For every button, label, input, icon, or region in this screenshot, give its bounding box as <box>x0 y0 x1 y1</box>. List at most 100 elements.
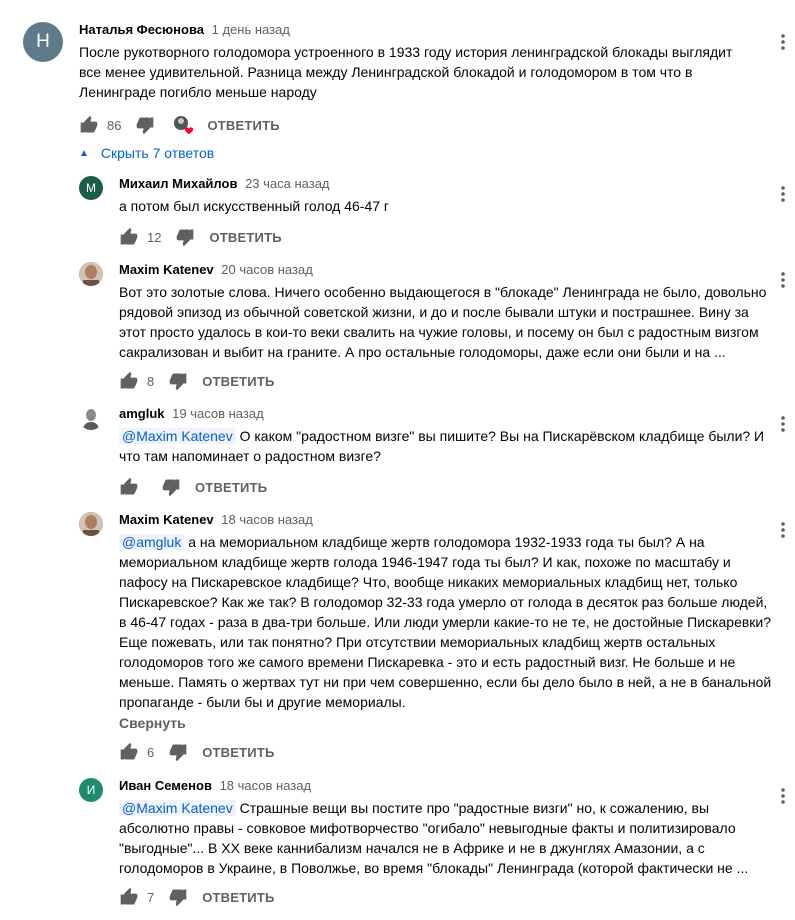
avatar[interactable]: И <box>79 778 103 802</box>
comment-line: Пискаревское? Как же так? В голодомор 32… <box>119 594 768 610</box>
reply-button[interactable]: ОТВЕТИТЬ <box>202 890 274 905</box>
comment-line: голодоморов в Украине, в Поволжье, во вр… <box>119 860 749 876</box>
comment-line: что там напоминает о радостном визге? <box>119 448 381 464</box>
reply-button[interactable]: ОТВЕТИТЬ <box>202 745 274 760</box>
top-comment: Н Наталья Фесюнова 1 день назад После ру… <box>0 0 795 140</box>
more-vert-icon[interactable] <box>773 786 793 806</box>
comment-actions: 12 ОТВЕТИТЬ <box>119 225 282 249</box>
dislike-icon[interactable] <box>135 115 155 135</box>
author-name[interactable]: Иван Семенов <box>119 778 212 793</box>
avatar[interactable] <box>79 406 103 430</box>
reply-button[interactable]: ОТВЕТИТЬ <box>202 374 274 389</box>
comment-line: Еще пожевать, или так понятно? При отсут… <box>119 634 716 650</box>
comment-time[interactable]: 18 часов назад <box>221 512 313 527</box>
comment-line: Ленинграде погибло меньше народу <box>79 84 317 100</box>
hide-replies-button[interactable]: ▲ Скрыть 7 ответов <box>79 145 214 161</box>
comment-time[interactable]: 23 часа назад <box>245 176 329 191</box>
comment-line: абсолютно правы - совковое мифотворчеств… <box>119 820 736 836</box>
comment-time[interactable]: 1 день назад <box>212 22 290 37</box>
comment-header: Иван Семенов 18 часов назад <box>119 778 311 793</box>
comment-text: @Maxim Katenev Страшные вещи вы постите … <box>119 798 748 878</box>
user-photo-icon <box>79 406 103 430</box>
mention-link[interactable]: @amgluk <box>119 534 185 550</box>
comment-line: "выгодные"... В XX веке каннибализм нача… <box>119 840 705 856</box>
more-vert-icon[interactable] <box>773 520 793 540</box>
mention-link[interactable]: @Maxim Katenev <box>119 800 236 816</box>
author-name[interactable]: amgluk <box>119 406 165 421</box>
comment-line: мемориальном кладбище жертв голода 1946-… <box>119 554 731 570</box>
comment-header: Наталья Фесюнова 1 день назад <box>79 22 290 37</box>
like-count: 7 <box>147 889 155 905</box>
comment-text: @amgluk а на мемориальном кладбище жертв… <box>119 532 771 712</box>
like-icon[interactable] <box>119 227 139 247</box>
more-vert-icon[interactable] <box>773 414 793 434</box>
comment-time[interactable]: 18 часов назад <box>220 778 312 793</box>
comment-actions: ОТВЕТИТЬ <box>119 475 267 499</box>
reply-button[interactable]: ОТВЕТИТЬ <box>207 118 279 133</box>
author-name[interactable]: Maxim Katenev <box>119 512 214 527</box>
comment-header: Maxim Katenev 20 часов назад <box>119 262 313 277</box>
comment-actions: 7 ОТВЕТИТЬ <box>119 885 275 909</box>
avatar[interactable] <box>79 262 103 286</box>
comment-text: После рукотворного голодомора устроенног… <box>79 42 732 102</box>
reply-comment: Maxim Katenev 20 часов назад Вот это зол… <box>0 256 795 392</box>
comment-line: Вот это золотые слова. Ничего особенно в… <box>119 284 767 300</box>
like-count: 8 <box>147 373 155 389</box>
comment-text: @Maxim Katenev О каком "радостном визге"… <box>119 426 764 466</box>
reply-button[interactable]: ОТВЕТИТЬ <box>195 480 267 495</box>
comment-actions: 6 ОТВЕТИТЬ <box>119 740 275 764</box>
comment-header: Михаил Михайлов 23 часа назад <box>119 176 330 191</box>
comment-line: все менее удивительной. Разница между Ле… <box>79 64 693 80</box>
mention-link[interactable]: @Maxim Katenev <box>119 428 236 444</box>
reply-comment: М Михаил Михайлов 23 часа назад а потом … <box>0 170 795 250</box>
comment-line: рядовой эпизод из обычной советской жизн… <box>119 304 749 320</box>
like-icon[interactable] <box>119 887 139 907</box>
like-icon[interactable] <box>119 477 139 497</box>
like-icon[interactable] <box>119 742 139 762</box>
more-vert-icon[interactable] <box>773 184 793 204</box>
more-vert-icon[interactable] <box>773 32 793 52</box>
comment-text: Вот это золотые слова. Ничего особенно в… <box>119 282 766 362</box>
dislike-icon[interactable] <box>168 742 188 762</box>
avatar[interactable]: Н <box>23 22 63 62</box>
avatar[interactable] <box>79 512 103 536</box>
comment-text: а потом был искусственный голод 46-47 г <box>119 196 389 216</box>
comment-header: Maxim Katenev 18 часов назад <box>119 512 313 527</box>
avatar-letter: Н <box>36 31 50 52</box>
more-vert-icon[interactable] <box>773 270 793 290</box>
creator-heart-icon <box>173 115 194 135</box>
comment-line: Страшные вещи вы постите про "радостные … <box>235 800 710 816</box>
chevron-up-icon: ▲ <box>79 147 89 159</box>
author-name[interactable]: Maxim Katenev <box>119 262 214 277</box>
avatar-letter: М <box>86 181 96 195</box>
hide-replies-label: Скрыть 7 ответов <box>100 145 215 161</box>
reply-comment: amgluk 19 часов назад @Maxim Katenev О к… <box>0 400 795 500</box>
comment-line: После рукотворного голодомора устроенног… <box>79 44 733 60</box>
author-name[interactable]: Михаил Михайлов <box>119 176 237 191</box>
comment-actions: 8 ОТВЕТИТЬ <box>119 369 275 393</box>
dislike-icon[interactable] <box>175 227 195 247</box>
like-count: 6 <box>147 744 155 760</box>
reply-comment: И Иван Семенов 18 часов назад @Maxim Kat… <box>0 772 795 920</box>
comment-line: а потом был искусственный голод 46-47 г <box>119 198 390 214</box>
comment-line: а на мемориальном кладбище жертв голодом… <box>184 534 705 550</box>
reply-button[interactable]: ОТВЕТИТЬ <box>209 230 281 245</box>
comment-line: меньше. Память о жертвах тут ни при чем … <box>119 674 772 690</box>
user-photo-icon <box>79 262 103 286</box>
author-name[interactable]: Наталья Фесюнова <box>79 22 204 37</box>
comment-time[interactable]: 19 часов назад <box>172 406 264 421</box>
avatar[interactable]: М <box>79 176 103 200</box>
dislike-icon[interactable] <box>161 477 181 497</box>
comment-line: пропаганде - были бы и другие мемориалы. <box>119 694 406 710</box>
comment-line: пафосу на Пискаревское кладбище? Что, во… <box>119 574 738 590</box>
comment-line: этот просто удалось в кои-то веки свалит… <box>119 324 759 340</box>
comment-header: amgluk 19 часов назад <box>119 406 264 421</box>
comment-time[interactable]: 20 часов назад <box>221 262 313 277</box>
like-count: 86 <box>107 117 122 133</box>
like-icon[interactable] <box>119 371 139 391</box>
collapse-comment-button[interactable]: Свернуть <box>119 715 186 731</box>
dislike-icon[interactable] <box>168 371 188 391</box>
like-icon[interactable] <box>79 115 99 135</box>
dislike-icon[interactable] <box>168 887 188 907</box>
comment-line: О каком "радостном визге" вы пишите? Вы … <box>235 428 765 444</box>
